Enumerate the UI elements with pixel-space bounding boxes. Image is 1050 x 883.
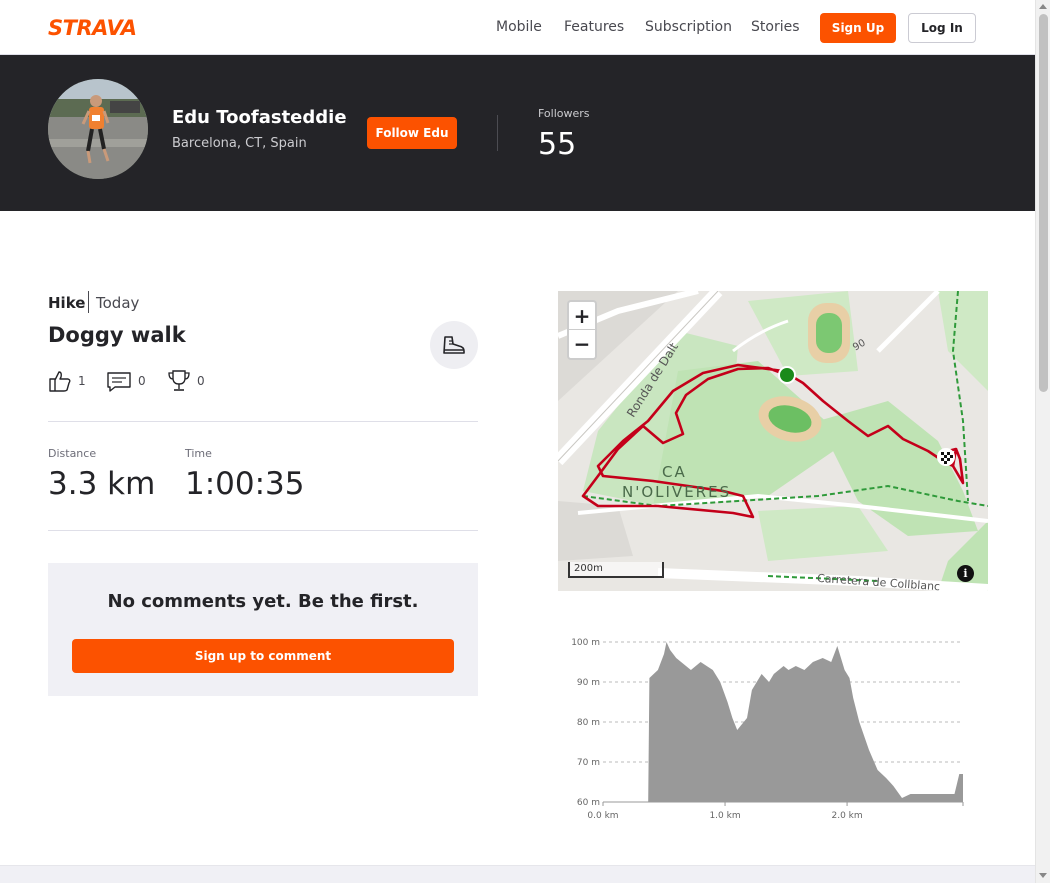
athlete-avatar[interactable] (48, 79, 148, 179)
y-tick-label: 90 m (577, 678, 600, 688)
avatar-photo (48, 79, 148, 179)
top-nav: STRAVA Mobile Features Subscription Stor… (0, 0, 1035, 55)
trophy-icon (168, 370, 190, 391)
scroll-up-arrow[interactable] (1039, 4, 1047, 9)
follow-button[interactable]: Follow Edu (367, 117, 457, 149)
y-tick-label: 70 m (577, 758, 600, 768)
achievements-button[interactable]: 0 (167, 368, 205, 394)
nav-link-stories[interactable]: Stories (751, 19, 800, 35)
y-tick-label: 60 m (577, 798, 600, 808)
sign-up-button[interactable]: Sign Up (820, 13, 896, 43)
route-map[interactable]: Ronda de Dalt CA N'OLIVERES Carretera de… (558, 291, 988, 591)
footer (0, 865, 1035, 883)
info-icon[interactable]: i (957, 565, 974, 582)
x-tick-label: 0.0 km (587, 811, 618, 821)
map-label-area: CA (662, 463, 687, 481)
x-tick-label: 2.0 km (831, 811, 862, 821)
nav-link-subscription[interactable]: Subscription (645, 19, 732, 35)
activity-date: Today (96, 294, 140, 312)
distance-value: 3.3 km (48, 466, 156, 502)
y-tick-label: 100 m (571, 638, 600, 648)
nav-link-mobile[interactable]: Mobile (496, 19, 542, 35)
scroll-down-arrow[interactable] (1039, 873, 1047, 878)
time-value: 1:00:35 (185, 466, 305, 502)
kudos-count: 1 (78, 374, 86, 388)
achievements-count: 0 (197, 374, 205, 388)
divider (48, 530, 478, 531)
distance-label: Distance (48, 447, 97, 460)
comment-icon (107, 372, 131, 392)
athlete-name[interactable]: Edu Toofasteddie (172, 107, 347, 128)
divider (48, 421, 478, 422)
map-tiles (558, 291, 988, 591)
kudos-button[interactable]: 1 (48, 368, 86, 394)
map-label-area: N'OLIVERES (622, 483, 732, 501)
zoom-in-button[interactable]: + (569, 302, 595, 330)
zoom-control: + − (567, 300, 597, 360)
comments-button[interactable]: 0 (106, 368, 146, 394)
y-tick-label: 80 m (577, 718, 600, 728)
time-label: Time (185, 447, 212, 460)
strava-logo[interactable]: STRAVA (48, 16, 137, 40)
hiking-boot-icon (430, 321, 478, 369)
thumbs-up-icon (49, 371, 71, 392)
followers-count: 55 (538, 127, 577, 162)
scroll-thumb[interactable] (1039, 14, 1048, 392)
x-tick-label: 1.0 km (709, 811, 740, 821)
zoom-out-button[interactable]: − (569, 330, 595, 358)
followers-label: Followers (538, 107, 590, 120)
activity-title: Doggy walk (48, 323, 186, 347)
log-in-button[interactable]: Log In (908, 13, 976, 43)
athlete-header: Edu Toofasteddie Barcelona, CT, Spain Fo… (0, 55, 1035, 211)
map-scale: 200m (568, 562, 664, 578)
scrollbar[interactable] (1035, 0, 1050, 883)
sign-up-to-comment-button[interactable]: Sign up to comment (72, 639, 454, 673)
activity-type-separator (88, 291, 89, 313)
comments-section: No comments yet. Be the first. Sign up t… (48, 563, 478, 696)
comments-count: 0 (138, 374, 146, 388)
nav-link-features[interactable]: Features (564, 19, 624, 35)
activity-type: Hike (48, 294, 86, 312)
no-comments-text: No comments yet. Be the first. (107, 591, 419, 612)
athlete-location: Barcelona, CT, Spain (172, 136, 307, 151)
elevation-chart: 60 m 70 m 80 m 90 m 100 m 0.0 km 1.0 km 2.0 km (571, 638, 964, 821)
header-divider (497, 115, 498, 151)
